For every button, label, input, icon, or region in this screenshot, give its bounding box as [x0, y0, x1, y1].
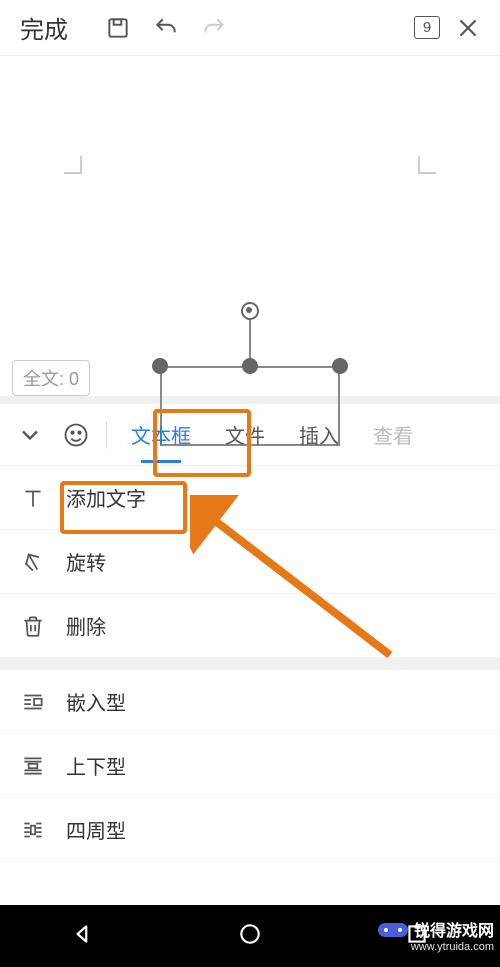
- wrap-square-icon: [18, 815, 48, 845]
- nav-recent-icon[interactable]: [404, 921, 430, 952]
- redo-icon: [194, 8, 234, 48]
- resize-handle[interactable]: [332, 358, 348, 374]
- wrap-topbottom-icon: [18, 751, 48, 781]
- panel-tabs: 文本框 文件 插入 查看: [0, 404, 500, 466]
- collapse-panel-icon[interactable]: [10, 421, 50, 449]
- menu-label: 添加文字: [66, 483, 146, 512]
- document-canvas[interactable]: 全文: 0: [0, 56, 500, 396]
- text-icon: [18, 483, 48, 513]
- page-corner-tl: [64, 156, 82, 174]
- undo-icon[interactable]: [146, 8, 186, 48]
- menu-rotate[interactable]: 旋转: [0, 530, 500, 594]
- tab-insert[interactable]: 插入: [285, 414, 353, 455]
- menu-wrap-inline[interactable]: 嵌入型: [0, 670, 500, 734]
- system-navbar: [0, 905, 500, 967]
- tab-file[interactable]: 文件: [211, 414, 279, 455]
- save-icon[interactable]: [98, 8, 138, 48]
- menu-wrap-square[interactable]: 四周型: [0, 798, 500, 862]
- app-header: 完成 9: [0, 0, 500, 56]
- rotate-icon: [18, 547, 48, 577]
- tab-view[interactable]: 查看: [359, 414, 427, 455]
- menu-label: 嵌入型: [66, 687, 126, 716]
- trash-icon: [18, 611, 48, 641]
- menu-label: 四周型: [66, 815, 126, 844]
- resize-handle[interactable]: [242, 358, 258, 374]
- tab-textbox[interactable]: 文本框: [117, 414, 205, 455]
- menu-label: 旋转: [66, 547, 106, 576]
- wrap-inline-icon: [18, 687, 48, 717]
- page-corner-tr: [418, 156, 436, 174]
- menu-add-text[interactable]: 添加文字: [0, 466, 500, 530]
- done-button[interactable]: 完成: [12, 6, 76, 49]
- page-number-badge[interactable]: 9: [414, 16, 440, 39]
- menu-delete[interactable]: 删除: [0, 594, 500, 658]
- textbox-selection[interactable]: [160, 306, 340, 396]
- nav-back-icon[interactable]: [70, 921, 96, 952]
- word-count-badge[interactable]: 全文: 0: [12, 360, 90, 396]
- close-icon[interactable]: [448, 8, 488, 48]
- nav-home-icon[interactable]: [237, 921, 263, 952]
- menu-label: 删除: [66, 611, 106, 640]
- rotate-handle-icon[interactable]: [241, 302, 259, 320]
- menu-wrap-topbottom[interactable]: 上下型: [0, 734, 500, 798]
- menu-group-textbox: 添加文字 旋转 删除: [0, 466, 500, 658]
- assistant-icon[interactable]: [56, 421, 96, 449]
- menu-label: 上下型: [66, 751, 126, 780]
- menu-group-wrap: 嵌入型 上下型 四周型: [0, 670, 500, 862]
- resize-handle[interactable]: [152, 358, 168, 374]
